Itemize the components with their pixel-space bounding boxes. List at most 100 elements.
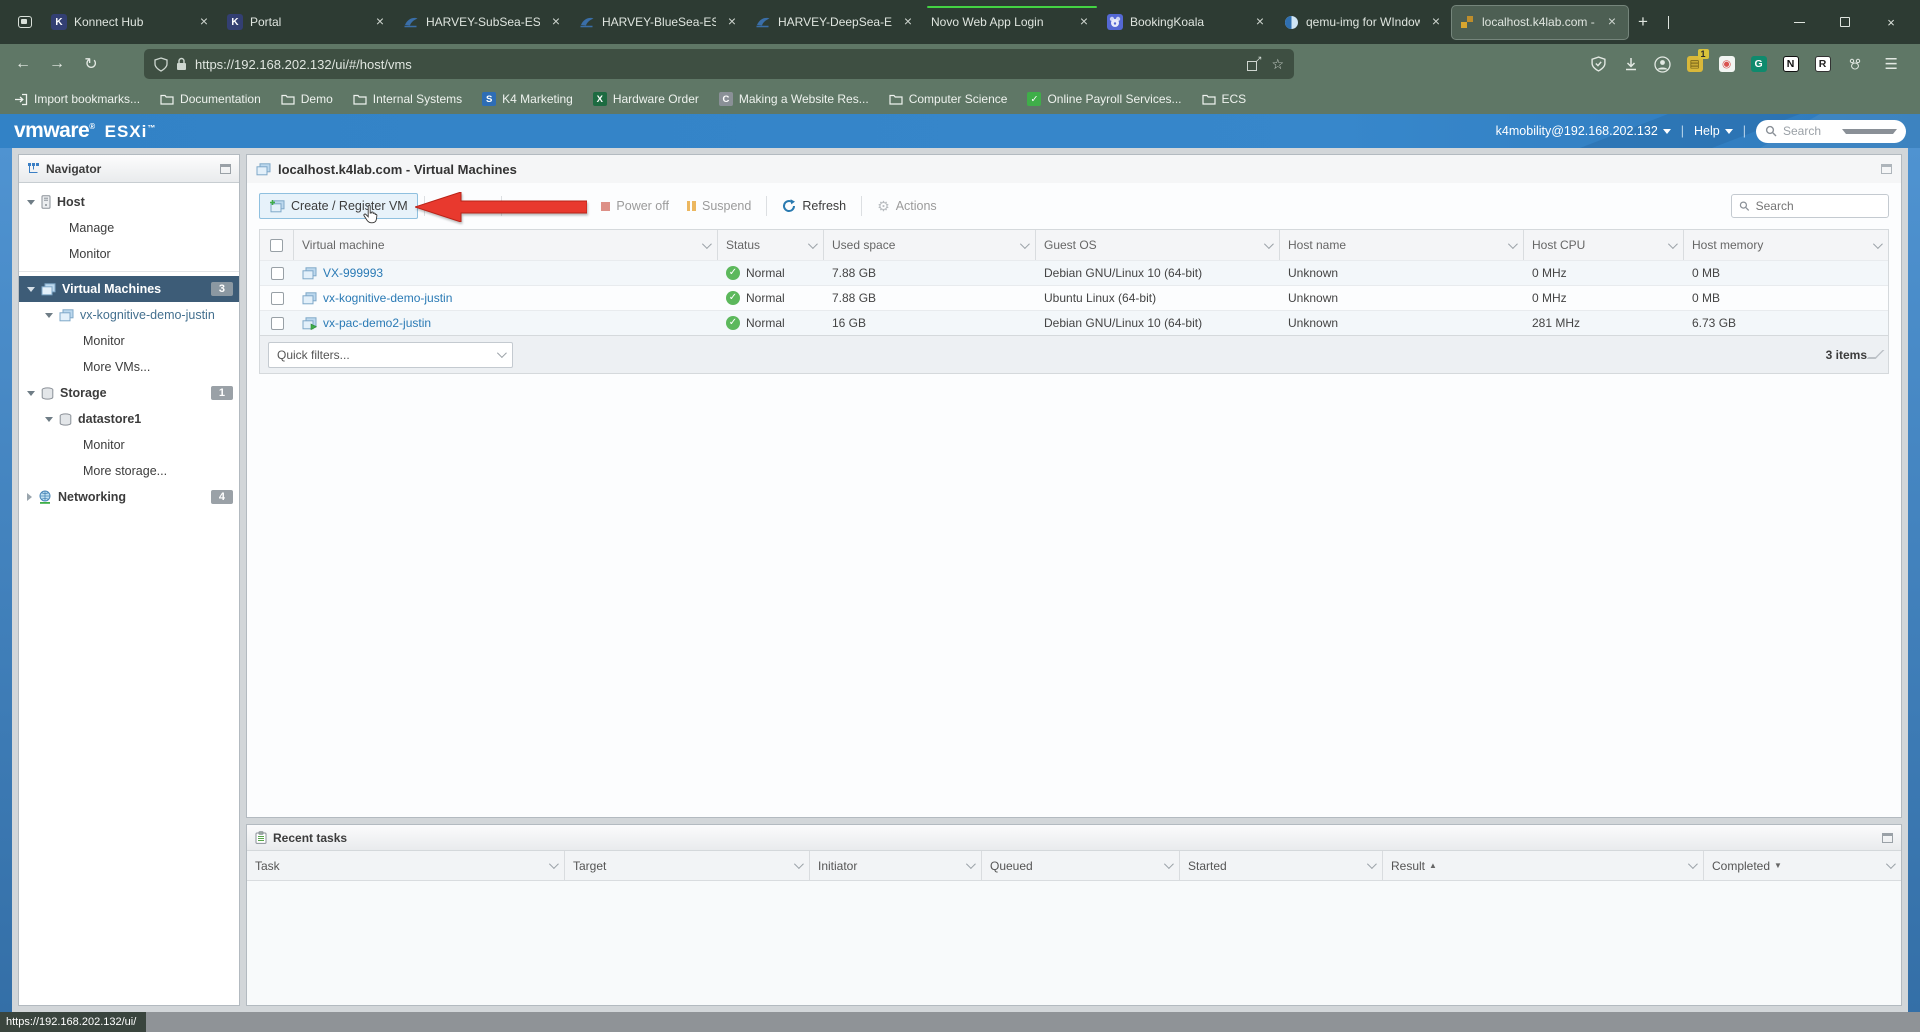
tab-harvey-subsea[interactable]: HARVEY-SubSea-ES147 × <box>396 6 572 39</box>
expand-triangle-icon[interactable] <box>45 417 53 422</box>
privacy-shield-icon[interactable] <box>1589 54 1609 74</box>
close-icon[interactable]: × <box>195 13 213 31</box>
refresh-button[interactable]: Refresh <box>773 194 855 218</box>
tab-qemu-img[interactable]: qemu-img for WIndow × <box>1276 6 1452 39</box>
column-completed[interactable]: Completed▼ <box>1704 851 1901 880</box>
new-tab-button[interactable]: + <box>1628 12 1658 32</box>
account-icon[interactable] <box>1653 54 1673 74</box>
grammarly-icon[interactable]: G <box>1749 54 1769 74</box>
help-menu[interactable]: Help <box>1694 124 1733 138</box>
url-bar[interactable]: https://192.168.202.132/ui/#/host/vms ☆ <box>144 49 1294 79</box>
expand-triangle-icon[interactable] <box>45 313 53 318</box>
column-host-cpu[interactable]: Host CPU <box>1524 230 1684 260</box>
panel-minimize-icon[interactable] <box>1882 833 1893 843</box>
column-initiator[interactable]: Initiator <box>810 851 982 880</box>
panel-pin-icon[interactable] <box>220 164 231 174</box>
close-icon[interactable]: × <box>723 13 741 31</box>
column-started[interactable]: Started <box>1180 851 1383 880</box>
bookmark-internal-systems[interactable]: Internal Systems <box>353 92 462 106</box>
column-queued[interactable]: Queued <box>982 851 1180 880</box>
row-checkbox[interactable] <box>271 317 284 330</box>
expand-triangle-icon[interactable] <box>27 287 35 292</box>
sidebar-item-host-monitor[interactable]: Monitor <box>19 241 239 267</box>
panel-maximize-icon[interactable] <box>1881 164 1892 174</box>
tab-bookingkoala[interactable]: BookingKoala × <box>1100 6 1276 39</box>
chevron-down-icon[interactable] <box>1264 239 1274 249</box>
bookmark-demo[interactable]: Demo <box>281 92 333 106</box>
bookmark-ecs[interactable]: ECS <box>1202 92 1247 106</box>
pin-extension-icon[interactable]: ◉ <box>1717 54 1737 74</box>
reload-icon[interactable]: ↻ <box>76 49 106 79</box>
minimize-button[interactable] <box>1776 0 1822 44</box>
header-search-input[interactable]: Search <box>1756 120 1906 143</box>
notion-icon[interactable]: N <box>1781 54 1801 74</box>
quick-filters-dropdown[interactable]: Quick filters... <box>268 342 513 368</box>
sidebar-item-networking[interactable]: Networking 4 <box>19 484 239 510</box>
restore-button[interactable] <box>1822 0 1868 44</box>
firefox-view-icon[interactable] <box>10 7 40 37</box>
paw-extension-icon[interactable] <box>1845 54 1865 74</box>
chevron-down-icon[interactable] <box>1873 239 1883 249</box>
close-icon[interactable]: × <box>899 13 917 31</box>
column-host-memory[interactable]: Host memory <box>1684 230 1888 260</box>
tab-localhost-k4lab-active[interactable]: localhost.k4lab.com - V × <box>1452 6 1628 39</box>
sidebar-item-more-vms[interactable]: More VMs... <box>19 354 239 380</box>
close-icon[interactable]: × <box>1075 13 1093 31</box>
column-used-space[interactable]: Used space <box>824 230 1036 260</box>
close-icon[interactable]: × <box>547 13 565 31</box>
bookmark-computer-science[interactable]: Computer Science <box>889 92 1008 106</box>
suspend-button[interactable]: Suspend <box>678 194 760 218</box>
bookmark-documentation[interactable]: Documentation <box>160 92 261 106</box>
column-host-name[interactable]: Host name <box>1280 230 1524 260</box>
collapse-triangle-icon[interactable] <box>27 493 32 501</box>
sidebar-item-vx-kognitive[interactable]: vx-kognitive-demo-justin <box>19 302 239 328</box>
actions-button[interactable]: ⚙ Actions <box>868 193 946 220</box>
column-result[interactable]: Result▲ <box>1383 851 1704 880</box>
downloads-icon[interactable] <box>1621 54 1641 74</box>
bookmark-making-website[interactable]: C Making a Website Res... <box>719 92 869 106</box>
sidebar-item-virtual-machines[interactable]: Virtual Machines 3 <box>19 276 239 302</box>
chevron-down-icon[interactable] <box>1508 239 1518 249</box>
bookmark-import[interactable]: Import bookmarks... <box>14 92 140 106</box>
expand-triangle-icon[interactable] <box>27 200 35 205</box>
resize-grip[interactable] <box>1867 350 1885 359</box>
sidebar-item-storage-monitor[interactable]: Monitor <box>19 432 239 458</box>
sidebar-item-datastore1[interactable]: datastore1 <box>19 406 239 432</box>
sidebar-item-more-storage[interactable]: More storage... <box>19 458 239 484</box>
bookmark-online-payroll[interactable]: ✓ Online Payroll Services... <box>1027 92 1181 106</box>
tracking-shield-icon[interactable] <box>154 57 168 72</box>
chevron-down-icon[interactable] <box>966 859 976 869</box>
tab-portal[interactable]: K Portal × <box>220 6 396 39</box>
table-row[interactable]: VX-999993 ✓Normal 7.88 GB Debian GNU/Lin… <box>260 260 1888 285</box>
sidebar-item-vm-monitor[interactable]: Monitor <box>19 328 239 354</box>
close-icon[interactable]: × <box>371 13 389 31</box>
column-target[interactable]: Target <box>565 851 810 880</box>
close-icon[interactable]: × <box>1603 13 1621 31</box>
chevron-down-icon[interactable] <box>1164 859 1174 869</box>
tab-harvey-bluesea[interactable]: HARVEY-BlueSea-ES12 × <box>572 6 748 39</box>
power-off-button[interactable]: Power off <box>592 194 678 218</box>
sidebar-item-host[interactable]: Host <box>19 189 239 215</box>
vm-search-box[interactable] <box>1731 194 1889 218</box>
tab-konnect-hub[interactable]: K Konnect Hub × <box>44 6 220 39</box>
chevron-down-icon[interactable] <box>794 859 804 869</box>
tab-novo-login[interactable]: Novo Web App Login × <box>924 6 1100 39</box>
r-extension-icon[interactable]: R <box>1813 54 1833 74</box>
row-checkbox[interactable] <box>271 267 284 280</box>
row-checkbox[interactable] <box>271 292 284 305</box>
expand-triangle-icon[interactable] <box>27 391 35 396</box>
chevron-down-icon[interactable] <box>1020 239 1030 249</box>
vm-name-link[interactable]: vx-pac-demo2-justin <box>323 316 431 330</box>
vm-name-link[interactable]: vx-kognitive-demo-justin <box>323 291 452 305</box>
lock-icon[interactable] <box>176 57 187 71</box>
chevron-down-icon[interactable] <box>702 239 712 249</box>
sidebar-item-host-manage[interactable]: Manage <box>19 215 239 241</box>
column-guest-os[interactable]: Guest OS <box>1036 230 1280 260</box>
chevron-down-icon[interactable] <box>1842 129 1898 134</box>
close-icon[interactable]: × <box>1251 13 1269 31</box>
back-icon[interactable]: ← <box>8 49 38 79</box>
create-register-vm-button[interactable]: Create / Register VM <box>259 193 418 219</box>
chevron-down-icon[interactable] <box>1367 859 1377 869</box>
chevron-down-icon[interactable] <box>1886 859 1896 869</box>
menu-icon[interactable]: ☰ <box>1877 55 1906 73</box>
